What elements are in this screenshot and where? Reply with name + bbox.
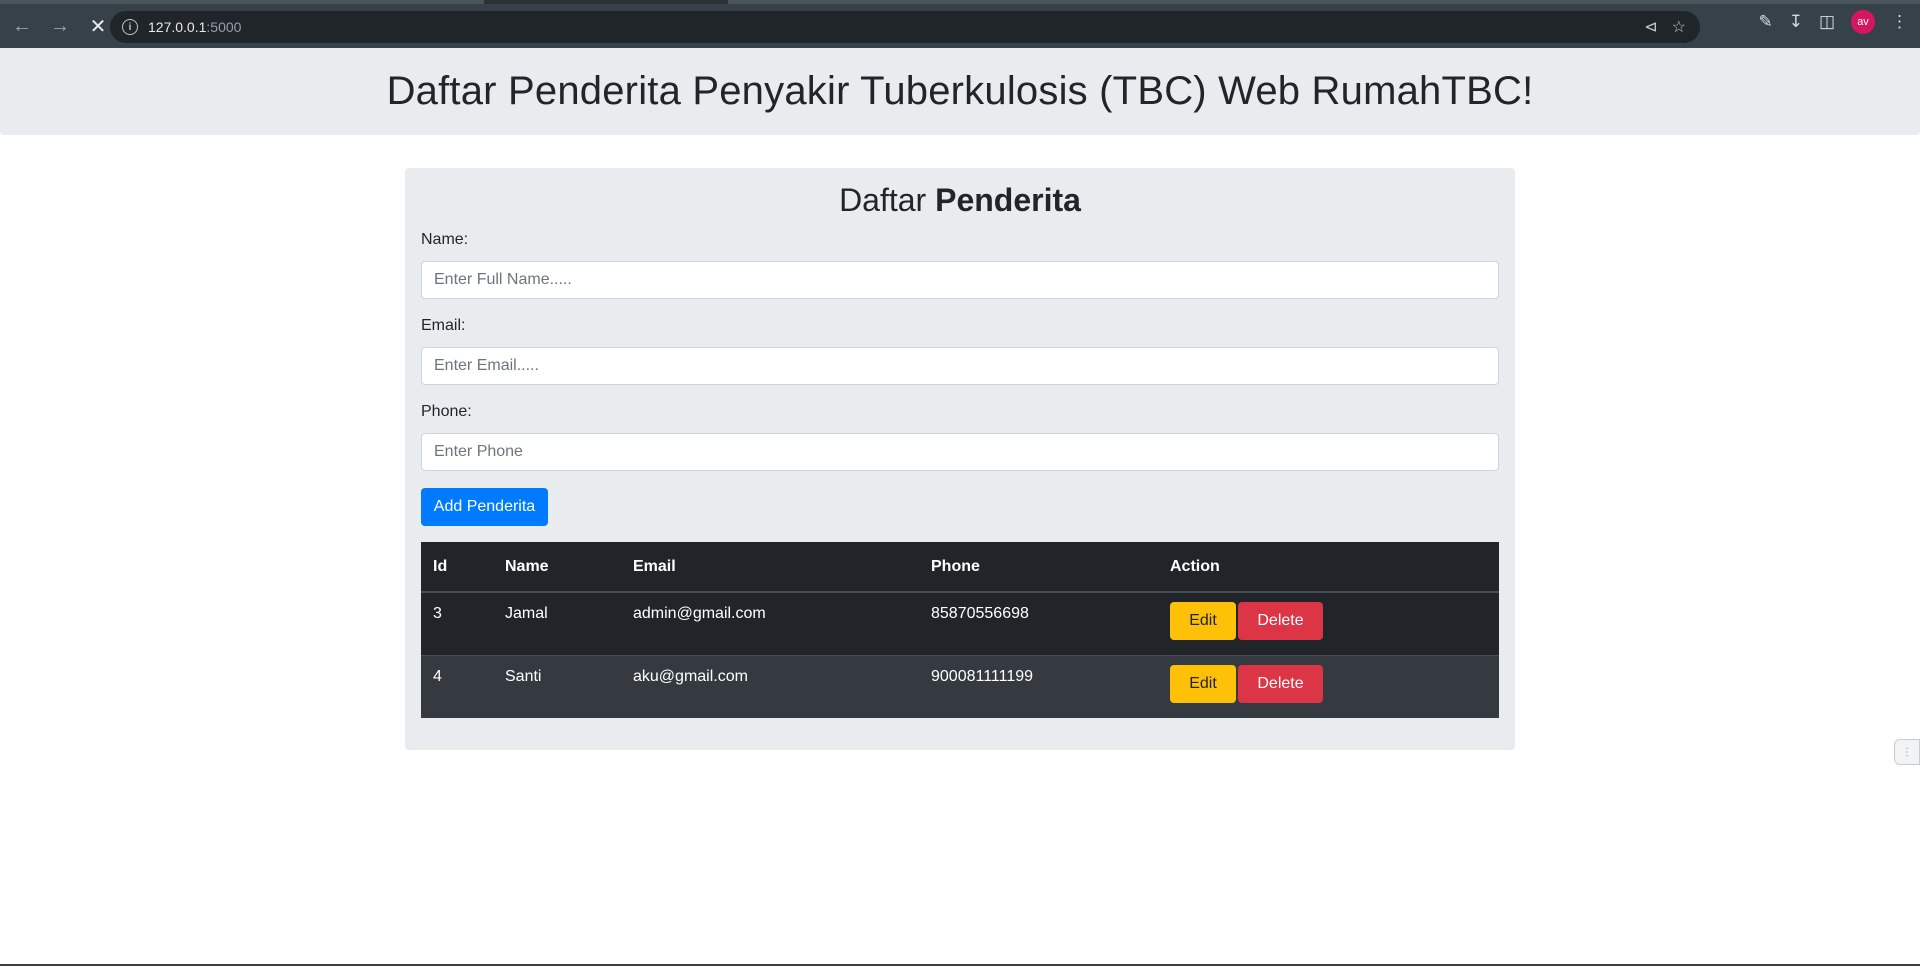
cell-email: aku@gmail.com	[633, 667, 748, 685]
column-header-id: Id	[421, 542, 493, 593]
cell-name: Santi	[505, 667, 542, 685]
name-label: Name:	[421, 231, 469, 248]
side-widget-icon[interactable]: ⋮	[1894, 739, 1920, 765]
menu-kebab-icon[interactable]: ⋮	[1891, 12, 1908, 32]
share-icon[interactable]: ⊲	[1644, 17, 1657, 37]
address-bar[interactable]: i 127.0.0.1:5000 ⊲ ☆	[110, 11, 1700, 43]
add-penderita-button[interactable]: Add Penderita	[421, 488, 548, 526]
column-header-action: Action	[1158, 542, 1499, 593]
cell-id: 3	[433, 605, 442, 622]
delete-button[interactable]: Delete	[1238, 664, 1323, 703]
penderita-table: Id Name Email Phone Action 3 Jamal admin…	[421, 542, 1499, 718]
name-input[interactable]	[421, 261, 1499, 299]
profile-avatar[interactable]: av	[1851, 10, 1875, 34]
cell-email: admin@gmail.com	[633, 605, 766, 622]
cell-name: Jamal	[505, 605, 548, 622]
penderita-card: Daftar Penderita Name: Email: Phone: Add…	[405, 168, 1515, 750]
extensions-icon[interactable]: ✎	[1758, 12, 1772, 32]
phone-input[interactable]	[421, 433, 1499, 471]
email-input[interactable]	[421, 347, 1499, 385]
url-port: :5000	[206, 19, 242, 35]
phone-label: Phone:	[421, 403, 472, 420]
cell-action: Edit Delete	[1158, 592, 1499, 655]
side-panel-icon[interactable]: ◫	[1819, 12, 1835, 32]
card-title-bold: Penderita	[935, 182, 1081, 218]
url-host: 127.0.0.1	[148, 19, 207, 35]
site-info-icon[interactable]: i	[122, 19, 138, 35]
card-title: Daftar Penderita	[405, 182, 1515, 219]
column-header-email: Email	[621, 542, 919, 593]
forward-icon[interactable]: →	[44, 10, 76, 42]
browser-toolbar: ← → ✕ i 127.0.0.1:5000 ⊲ ☆ ✎ ↧ ◫ av ⋮	[0, 4, 1920, 48]
email-label: Email:	[421, 317, 466, 334]
bookmark-star-icon[interactable]: ☆	[1672, 17, 1686, 37]
cell-phone: 85870556698	[931, 605, 1029, 622]
cell-action: Edit Delete	[1158, 655, 1499, 718]
table-header-row: Id Name Email Phone Action	[421, 542, 1499, 593]
cell-phone: 900081111199	[931, 667, 1034, 685]
edit-button[interactable]: Edit	[1170, 602, 1236, 640]
column-header-phone: Phone	[919, 542, 1158, 593]
column-header-name: Name	[493, 542, 621, 593]
table-row: 3 Jamal admin@gmail.com 85870556698 Edit…	[421, 592, 1499, 655]
download-icon[interactable]: ↧	[1789, 12, 1803, 32]
table-row: 4 Santi aku@gmail.com 900081111199 Edit D…	[421, 655, 1499, 718]
cell-id: 4	[433, 667, 442, 685]
page-header: Daftar Penderita Penyakir Tuberkulosis (…	[0, 48, 1920, 135]
back-icon[interactable]: ←	[6, 10, 38, 42]
page-title: Daftar Penderita Penyakir Tuberkulosis (…	[386, 69, 1534, 113]
edit-button[interactable]: Edit	[1170, 664, 1236, 703]
delete-button[interactable]: Delete	[1238, 602, 1323, 640]
card-title-prefix: Daftar	[839, 182, 936, 218]
